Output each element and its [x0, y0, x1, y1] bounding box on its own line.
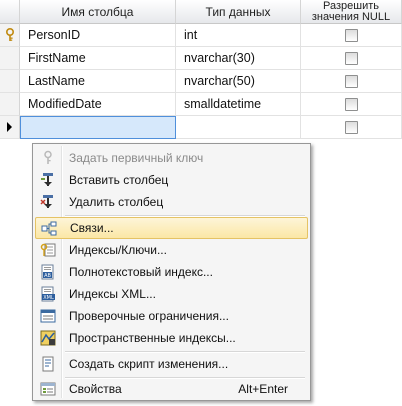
menu-item-fulltext-index[interactable]: AB Полнотекстовый индекс...: [35, 261, 308, 283]
relationships-icon: [41, 221, 57, 236]
column-name-header[interactable]: Имя столбца: [20, 0, 176, 24]
menu-item-label: Вставить столбец: [69, 173, 169, 187]
column-name-cell[interactable]: PersonID: [20, 24, 176, 47]
table-designer-grid: Имя столбца Тип данных Разрешить значения…: [0, 0, 402, 140]
menu-item-spatial-indexes[interactable]: Пространственные индексы...: [35, 327, 308, 349]
allow-nulls-checkbox[interactable]: [344, 28, 358, 42]
menu-item-label: Индексы XML...: [69, 287, 156, 301]
data-type-cell[interactable]: [176, 116, 301, 139]
menu-item-label: Связи...: [70, 221, 114, 235]
column-name-cell[interactable]: FirstName: [20, 47, 176, 70]
column-name-cell[interactable]: LastName: [20, 70, 176, 93]
primary-key-icon: [5, 28, 14, 41]
allow-nulls-checkbox[interactable]: [344, 51, 358, 65]
insert-column-icon: [41, 173, 53, 186]
row-selector[interactable]: [0, 93, 20, 116]
allow-nulls-cell: [301, 116, 402, 139]
menu-item-label: Создать скрипт изменения...: [69, 357, 229, 371]
data-type-cell[interactable]: nvarchar(50): [176, 70, 301, 93]
fulltext-index-icon: AB: [41, 264, 54, 280]
menu-item-label: Пространственные индексы...: [69, 331, 236, 345]
menu-item-label: Удалить столбец: [69, 195, 164, 209]
menu-item-delete-column[interactable]: Удалить столбец: [35, 191, 308, 213]
column-name-cell[interactable]: [20, 116, 176, 139]
allow-nulls-cell: [301, 70, 402, 93]
menu-item-label: Полнотекстовый индекс...: [69, 265, 213, 279]
menu-item-label: Проверочные ограничения...: [69, 309, 229, 323]
menu-item-relationships[interactable]: Связи...: [35, 217, 308, 239]
data-type-header[interactable]: Тип данных: [176, 0, 301, 24]
row-selector[interactable]: [0, 70, 20, 93]
allow-nulls-cell: [301, 47, 402, 70]
allow-nulls-checkbox[interactable]: [344, 120, 358, 134]
menu-item-label: Индексы/Ключи...: [69, 243, 167, 257]
allow-nulls-cell: [301, 24, 402, 47]
row-selector-header: [0, 0, 20, 24]
menu-item-properties[interactable]: Свойства Alt+Enter: [35, 378, 308, 400]
menu-item-label: Свойства: [69, 382, 122, 396]
menu-item-check-constraints[interactable]: Проверочные ограничения...: [35, 305, 308, 327]
row-selector[interactable]: [0, 24, 20, 47]
table-row[interactable]: LastName nvarchar(50): [0, 70, 402, 93]
delete-column-icon: [40, 195, 53, 208]
table-row[interactable]: ModifiedDate smalldatetime: [0, 93, 402, 116]
indexes-keys-icon: [40, 243, 56, 257]
xml-indexes-icon: XML: [41, 286, 55, 302]
menu-item-set-primary-key: Задать первичный ключ: [35, 147, 308, 169]
row-selector[interactable]: [0, 116, 20, 139]
svg-text:AB: AB: [44, 273, 51, 279]
check-constraints-icon: [40, 309, 56, 323]
current-row-arrow-icon: [7, 122, 12, 132]
menu-item-generate-change-script[interactable]: Создать скрипт изменения...: [35, 353, 308, 375]
new-row[interactable]: [0, 116, 402, 139]
menu-item-insert-column[interactable]: Вставить столбец: [35, 169, 308, 191]
menu-item-label: Задать первичный ключ: [69, 151, 204, 165]
allow-nulls-cell: [301, 93, 402, 116]
key-icon: [44, 150, 52, 164]
data-type-cell[interactable]: nvarchar(30): [176, 47, 301, 70]
context-menu: Задать первичный ключ Вставить столбец У…: [32, 143, 311, 401]
menu-item-shortcut: Alt+Enter: [238, 382, 288, 396]
data-type-cell[interactable]: int: [176, 24, 301, 47]
allow-nulls-checkbox[interactable]: [344, 97, 358, 111]
column-name-cell[interactable]: ModifiedDate: [20, 93, 176, 116]
properties-icon: [40, 382, 56, 396]
generate-script-icon: [42, 356, 54, 372]
svg-text:XML: XML: [43, 295, 54, 301]
allow-nulls-header-text: Разрешить значения NULL: [311, 0, 391, 23]
menu-item-xml-indexes[interactable]: XML Индексы XML...: [35, 283, 308, 305]
table-row[interactable]: PersonID int: [0, 24, 402, 47]
spatial-indexes-icon: [40, 330, 56, 346]
allow-nulls-checkbox[interactable]: [344, 74, 358, 88]
table-row[interactable]: FirstName nvarchar(30): [0, 47, 402, 70]
allow-nulls-header[interactable]: Разрешить значения NULL: [301, 0, 402, 24]
row-selector[interactable]: [0, 47, 20, 70]
menu-item-indexes-keys[interactable]: Индексы/Ключи...: [35, 239, 308, 261]
data-type-cell[interactable]: smalldatetime: [176, 93, 301, 116]
